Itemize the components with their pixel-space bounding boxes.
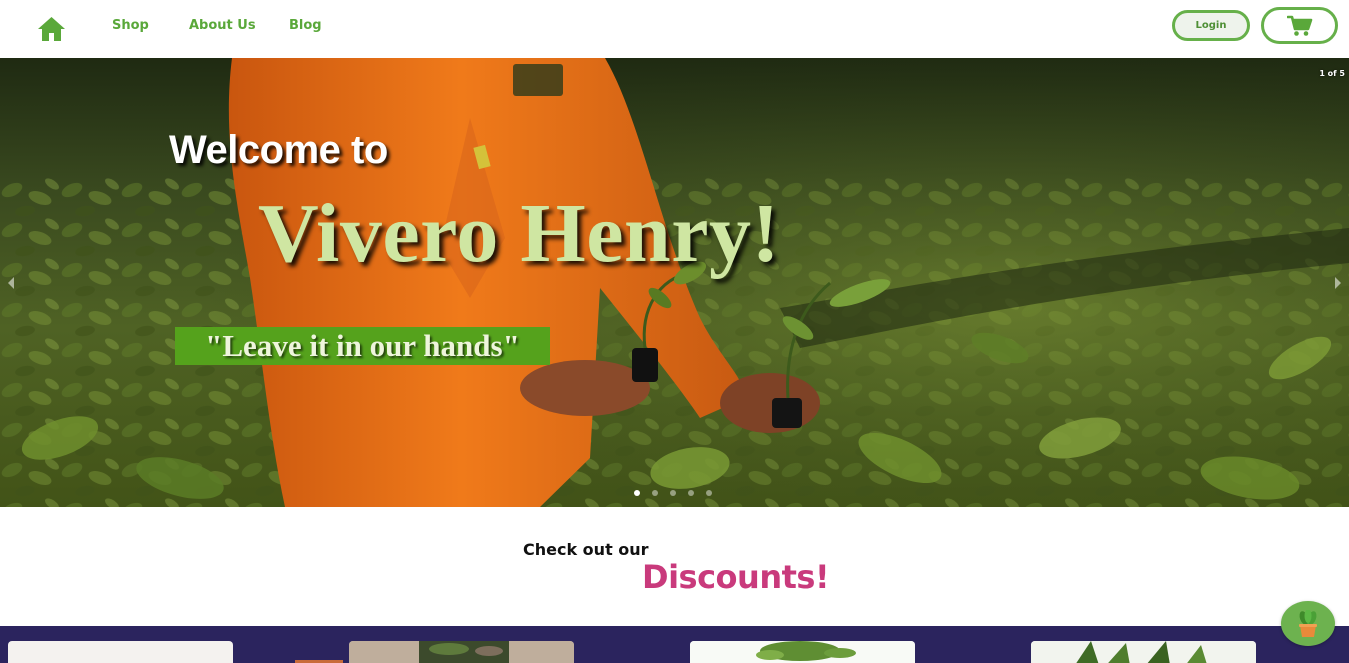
potted-plant-icon [1299, 609, 1317, 637]
product-image [1031, 641, 1256, 663]
hero-background-photo [0, 58, 1349, 507]
hero-carousel: 1 of 5 Welcome to Vivero Henry! "Leave i… [0, 58, 1349, 507]
discount-products-section [0, 626, 1349, 663]
chevron-left-icon [8, 277, 14, 289]
product-card[interactable] [690, 641, 915, 663]
carousel-dot-1[interactable] [634, 490, 640, 496]
carousel-dot-5[interactable] [706, 490, 712, 496]
navbar: Shop About Us Blog Login [0, 0, 1349, 58]
carousel-dots [634, 490, 712, 496]
carousel-prev-button[interactable] [3, 273, 19, 293]
product-card[interactable] [349, 641, 574, 663]
carousel-next-button[interactable] [1330, 273, 1346, 293]
home-link[interactable] [37, 16, 66, 42]
product-card[interactable] [8, 641, 233, 663]
nav-link-blog[interactable]: Blog [289, 18, 322, 33]
hero-welcome-heading: Welcome to [169, 128, 388, 172]
nav-link-shop[interactable]: Shop [112, 18, 149, 33]
home-icon [38, 17, 65, 41]
discounts-heading: Discounts! [642, 558, 830, 596]
chevron-right-icon [1335, 277, 1341, 289]
hero-brand-heading: Vivero Henry! [258, 187, 781, 280]
carousel-dot-4[interactable] [688, 490, 694, 496]
login-button[interactable]: Login [1172, 10, 1250, 41]
product-image [349, 641, 574, 663]
floating-plant-button[interactable] [1281, 601, 1335, 646]
slide-counter: 1 of 5 [1319, 69, 1345, 78]
product-image [690, 641, 915, 663]
hero-tagline: "Leave it in our hands" [175, 327, 550, 365]
carousel-dot-2[interactable] [652, 490, 658, 496]
carousel-dot-3[interactable] [670, 490, 676, 496]
shopping-cart-icon [1286, 15, 1312, 36]
cart-button[interactable] [1261, 7, 1338, 44]
nav-link-about-us[interactable]: About Us [189, 18, 256, 33]
discounts-intro: Check out our [523, 540, 649, 559]
product-card[interactable] [1031, 641, 1256, 663]
